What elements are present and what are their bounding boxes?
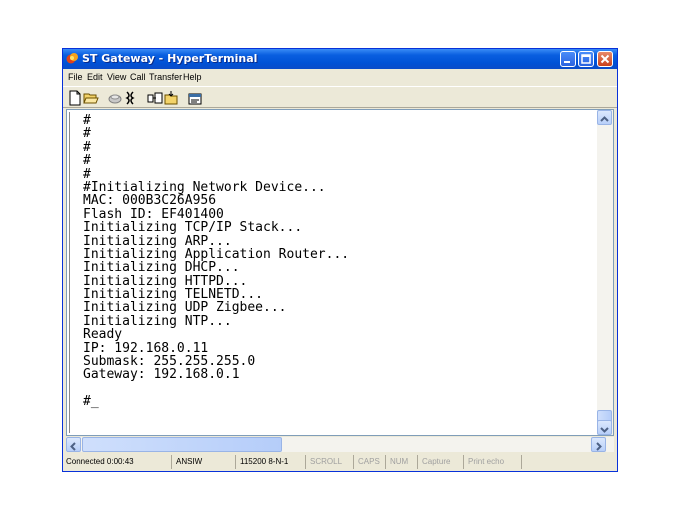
menu-transfer[interactable]: Transfer (149, 72, 182, 82)
menu-file[interactable]: File (68, 72, 83, 82)
properties-icon[interactable] (187, 90, 203, 106)
minimize-button[interactable] (560, 51, 576, 67)
chevron-down-icon (600, 427, 609, 433)
receive-icon[interactable] (163, 90, 179, 106)
terminal-line: Gateway: 192.168.0.1 (83, 367, 240, 383)
status-port-settings: 115200 8-N-1 (235, 455, 305, 469)
status-capture: Capture (417, 455, 463, 469)
send-icon[interactable] (147, 90, 163, 106)
terminal-line: Initializing ARP... (83, 233, 232, 249)
maximize-button[interactable] (578, 51, 594, 67)
close-button[interactable] (597, 51, 613, 67)
title-bar[interactable]: ST Gateway - HyperTerminal (63, 49, 617, 69)
hyperterminal-app-icon (66, 53, 78, 64)
scroll-down-button[interactable] (597, 420, 612, 435)
window-title: ST Gateway - HyperTerminal (82, 52, 258, 65)
status-print-echo: Print echo (463, 455, 521, 469)
horizontal-scrollbar[interactable] (66, 437, 614, 452)
open-icon[interactable] (83, 90, 99, 106)
terminal-output[interactable]: # # # # # #Initializing Network Device... MAC:… (69, 112, 598, 433)
maximize-icon (581, 54, 591, 64)
minimize-icon (564, 61, 570, 63)
menu-help[interactable]: Help (183, 72, 202, 82)
terminal-line: Initializing NTP... (83, 313, 232, 329)
terminal-line: MAC: 000B3C26A956 (83, 193, 217, 209)
terminal-line: # (83, 166, 91, 182)
terminal-line: Flash ID: EF401400 (83, 206, 224, 222)
terminal-line: #_ (83, 394, 99, 410)
menu-bar: File Edit View Call Transfer Help (63, 69, 617, 86)
terminal-line: Initializing TELNETD... (83, 287, 264, 303)
chevron-left-icon (70, 442, 76, 451)
chevron-up-icon (600, 116, 609, 122)
status-connected: Connected 0:00:43 (66, 457, 134, 466)
terminal-line: Initializing UDP Zigbee... (83, 300, 287, 316)
scroll-right-button[interactable] (591, 437, 606, 452)
toolbar (63, 86, 617, 108)
terminal-line: Ready (83, 327, 123, 343)
terminal-line: # (83, 139, 91, 155)
hyperterminal-window: ST Gateway - HyperTerminal File Edit Vie… (62, 48, 618, 472)
chevron-right-icon (596, 442, 602, 451)
terminal-line: #Initializing Network Device... (83, 179, 326, 195)
terminal-line: Initializing DHCP... (83, 260, 240, 276)
call-icon[interactable] (123, 90, 139, 106)
scroll-up-button[interactable] (597, 110, 612, 125)
menu-view[interactable]: View (107, 72, 126, 82)
terminal-line: # (83, 126, 91, 142)
status-scroll: SCROLL (305, 455, 353, 469)
status-empty-cell (521, 455, 615, 469)
horizontal-scroll-thumb[interactable] (82, 437, 282, 452)
menu-edit[interactable]: Edit (87, 72, 103, 82)
terminal-line: Initializing TCP/IP Stack... (83, 220, 303, 236)
status-caps: CAPS (353, 455, 385, 469)
disconnect-icon[interactable] (107, 90, 123, 106)
menu-call[interactable]: Call (130, 72, 146, 82)
status-num: NUM (385, 455, 417, 469)
terminal-line: IP: 192.168.0.11 (83, 340, 209, 356)
terminal-area[interactable]: # # # # # #Initializing Network Device... MAC:… (66, 109, 614, 436)
terminal-line: # (83, 113, 91, 128)
status-emulation: ANSIW (171, 455, 235, 469)
vertical-scrollbar[interactable] (597, 110, 613, 435)
terminal-line: Initializing HTTPD... (83, 273, 248, 289)
new-icon[interactable] (67, 90, 83, 106)
terminal-line: Initializing Application Router... (83, 246, 350, 262)
terminal-line: Submask: 255.255.255.0 (83, 354, 256, 370)
terminal-text: # # # # # #Initializing Network Device... MAC:… (83, 114, 349, 409)
close-icon (600, 54, 610, 64)
status-bar: Connected 0:00:43 ANSIW 115200 8-N-1 SCR… (63, 453, 617, 471)
scroll-left-button[interactable] (66, 437, 81, 452)
terminal-line: # (83, 153, 91, 169)
